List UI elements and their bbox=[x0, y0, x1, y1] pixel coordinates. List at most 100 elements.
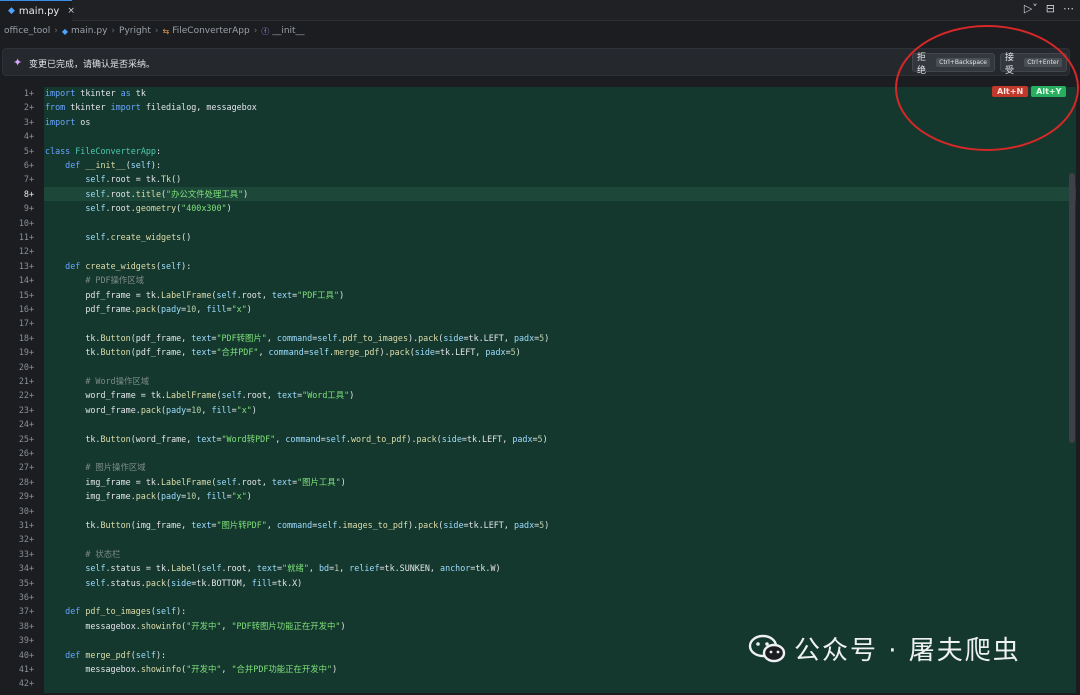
line-number: 17+ bbox=[18, 318, 34, 329]
tab-main-py[interactable]: ◆ main.py × bbox=[0, 0, 75, 21]
chat-message: 变更已完成，请确认是否采纳。 bbox=[29, 60, 156, 70]
line-number: 10+ bbox=[18, 217, 34, 228]
line-number: 8+ bbox=[23, 188, 34, 199]
line-number: 41+ bbox=[18, 664, 34, 674]
vertical-scrollbar[interactable] bbox=[1069, 173, 1075, 443]
line-number: 21+ bbox=[18, 376, 34, 386]
code-line[interactable]: # PDF操作区域 bbox=[45, 273, 144, 287]
line-number: 7+ bbox=[23, 174, 34, 185]
code-line[interactable]: img_frame.pack(pady=10, fill="x") bbox=[45, 489, 251, 503]
line-number: 31+ bbox=[18, 520, 34, 530]
class-icon: ⇆ bbox=[162, 26, 170, 36]
python-file-icon: ◆ bbox=[61, 26, 69, 36]
breadcrumb-item-file[interactable]: main.py bbox=[71, 26, 107, 36]
line-number: 14+ bbox=[18, 275, 34, 286]
code-line[interactable]: from tkinter import filedialog, messageb… bbox=[45, 100, 257, 114]
chevron-right-icon: › bbox=[154, 26, 159, 36]
code-line[interactable]: img_frame = tk.LabelFrame(self.root, tex… bbox=[45, 475, 345, 489]
code-line[interactable]: # 图片操作区域 bbox=[45, 460, 145, 474]
editor-actions: ▷˅ ⊟ ⋯ bbox=[1024, 2, 1074, 15]
code-line[interactable]: self.status = tk.Label(self.root, text="… bbox=[45, 561, 500, 575]
method-icon: ⓕ bbox=[261, 26, 270, 36]
chevron-right-icon: › bbox=[54, 26, 58, 36]
close-icon[interactable]: × bbox=[67, 6, 75, 16]
line-number: 33+ bbox=[18, 548, 34, 559]
line-number: 24+ bbox=[18, 419, 34, 430]
more-icon[interactable]: ⋯ bbox=[1063, 2, 1074, 15]
chevron-right-icon: › bbox=[253, 26, 258, 36]
code-line[interactable]: tk.Button(pdf_frame, text="PDF转图片", comm… bbox=[45, 331, 549, 345]
line-number: 22+ bbox=[18, 390, 34, 401]
line-number: 1+ bbox=[23, 88, 34, 98]
line-number: 27+ bbox=[18, 462, 34, 473]
line-number: 4+ bbox=[23, 131, 34, 142]
code-line[interactable]: self.root = tk.Tk() bbox=[45, 172, 181, 186]
code-line[interactable]: self.root.title("办公文件处理工具") bbox=[45, 187, 248, 201]
breadcrumb-item-folder[interactable]: office_tool bbox=[4, 26, 50, 36]
line-number: 30+ bbox=[18, 505, 34, 516]
code-line[interactable]: def pdf_to_images(self): bbox=[45, 604, 186, 618]
code-line[interactable]: word_frame = tk.LabelFrame(self.root, te… bbox=[45, 388, 354, 402]
code-line[interactable]: def __init__(self): bbox=[45, 158, 161, 172]
line-number: 6+ bbox=[23, 160, 34, 170]
line-number: 2+ bbox=[23, 102, 34, 113]
line-number: 20+ bbox=[18, 361, 34, 372]
code-line[interactable]: messagebox.showinfo("开发中", "合并PDF功能正在开发中… bbox=[45, 662, 337, 676]
code-editor[interactable]: Alt+N Alt+Y 1+ 2+ 3+ 4+ 5+ 6+ 7+ 8+ 9+ 10+ 11+ 12+ 1… bbox=[0, 85, 1080, 695]
code-line[interactable]: # Word操作区域 bbox=[45, 374, 149, 388]
line-number: 16+ bbox=[18, 304, 34, 314]
watermark: 公众号 · 屠夫爬虫 bbox=[748, 630, 1021, 667]
tab-bar: ◆ main.py × ▷˅ ⊟ ⋯ bbox=[0, 0, 1080, 21]
line-number: 42+ bbox=[18, 678, 34, 689]
line-number: 13+ bbox=[18, 260, 34, 271]
code-line[interactable]: word_frame.pack(pady=10, fill="x") bbox=[45, 403, 257, 417]
breadcrumb-item-method[interactable]: __init__ bbox=[272, 26, 304, 36]
code-line[interactable]: messagebox.showinfo("开发中", "PDF转图片功能正在开发… bbox=[45, 619, 345, 633]
line-number: 15+ bbox=[18, 289, 34, 300]
line-number: 3+ bbox=[23, 116, 34, 127]
line-number: 9+ bbox=[23, 203, 34, 214]
code-line[interactable]: def create_widgets(self): bbox=[45, 259, 191, 273]
line-number: 11+ bbox=[18, 232, 34, 242]
line-number: 19+ bbox=[18, 347, 34, 358]
code-line[interactable]: self.status.pack(side=tk.BOTTOM, fill=tk… bbox=[45, 576, 302, 590]
code-line[interactable]: self.create_widgets() bbox=[45, 230, 191, 244]
line-number: 28+ bbox=[18, 476, 34, 487]
sparkle-icon: ✦ bbox=[13, 56, 23, 69]
line-number: 5+ bbox=[23, 145, 34, 156]
line-number: 23+ bbox=[18, 404, 34, 415]
line-number: 38+ bbox=[18, 620, 34, 631]
code-line[interactable]: def merge_pdf(self): bbox=[45, 648, 166, 662]
watermark-text: 公众号 · 屠夫爬虫 bbox=[794, 636, 1021, 666]
line-number: 18+ bbox=[18, 332, 34, 343]
line-number: 40+ bbox=[18, 649, 34, 660]
run-icon[interactable]: ▷˅ bbox=[1024, 2, 1038, 15]
line-number: 35+ bbox=[18, 577, 34, 588]
line-number: 39+ bbox=[18, 635, 34, 646]
split-editor-icon[interactable]: ⊟ bbox=[1046, 2, 1055, 15]
breadcrumb-item-analyzer[interactable]: Pyright bbox=[119, 26, 151, 36]
chevron-right-icon: › bbox=[111, 26, 116, 36]
code-line[interactable]: tk.Button(img_frame, text="图片转PDF", comm… bbox=[45, 518, 549, 532]
python-file-icon: ◆ bbox=[8, 6, 15, 16]
code-line[interactable]: pdf_frame.pack(pady=10, fill="x") bbox=[45, 302, 251, 316]
code-line[interactable]: class FileConverterApp: bbox=[45, 144, 161, 158]
line-number: 34+ bbox=[18, 563, 34, 574]
wechat-icon bbox=[748, 634, 786, 664]
annotation-circle bbox=[895, 25, 1079, 151]
code-line[interactable]: tk.Button(pdf_frame, text="合并PDF", comma… bbox=[45, 345, 520, 359]
tab-label: main.py bbox=[18, 5, 60, 17]
line-number: 29+ bbox=[18, 491, 34, 502]
breadcrumb-item-class[interactable]: FileConverterApp bbox=[172, 26, 249, 36]
code-line[interactable]: pdf_frame = tk.LabelFrame(self.root, tex… bbox=[45, 288, 344, 302]
code-line[interactable]: import tkinter as tk bbox=[45, 86, 146, 100]
line-number: 32+ bbox=[18, 534, 34, 545]
line-number: 36+ bbox=[18, 592, 34, 602]
code-line[interactable]: import os bbox=[45, 115, 90, 129]
code-line[interactable]: tk.Button(word_frame, text="Word转PDF", c… bbox=[45, 432, 547, 446]
code-line[interactable]: # 状态栏 bbox=[45, 547, 120, 561]
code-line[interactable]: self.root.geometry("400x300") bbox=[45, 201, 231, 215]
breadcrumb: office_tool › ◆ main.py › Pyright › ⇆ Fi… bbox=[0, 22, 1080, 40]
line-number: 26+ bbox=[18, 448, 34, 458]
line-number: 25+ bbox=[18, 433, 34, 444]
